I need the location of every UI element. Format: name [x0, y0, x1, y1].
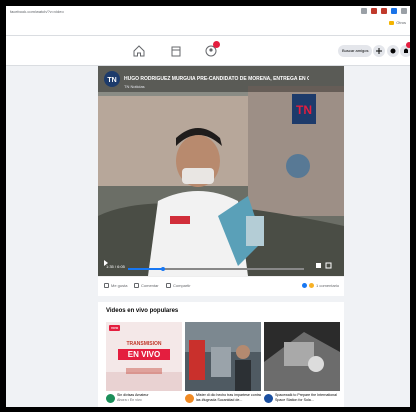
bookmark-folder[interactable]: Otros	[389, 20, 406, 25]
caption-meta: Ahora • En vivo	[117, 397, 142, 402]
live-video-thumbnail[interactable]	[185, 322, 261, 391]
comment-icon	[134, 283, 139, 288]
haha-reaction-icon	[309, 283, 314, 288]
video-caption[interactable]: Sin divisas Amateur Ahora • En vivo	[106, 393, 182, 407]
thumbnail-text: TRANSMISION	[126, 341, 162, 347]
messenger-button[interactable]	[387, 45, 399, 57]
menu-icon[interactable]	[401, 8, 407, 14]
thumbnail-text: EN VIVO	[118, 349, 170, 360]
like-reaction-icon	[302, 283, 307, 288]
video-caption[interactable]: Spacewalk to Prepare the International S…	[264, 393, 340, 407]
like-button[interactable]: Me gusta	[104, 283, 127, 288]
find-friends-button[interactable]: Buscar amigos	[338, 45, 373, 57]
channel-avatar	[106, 394, 115, 403]
messenger-icon	[390, 48, 396, 54]
screenshot-frame: facebook.com/watch/?v=video Otros Buscar…	[0, 0, 416, 412]
create-button[interactable]	[373, 45, 385, 57]
reaction-summary[interactable]: 1 comentario	[302, 283, 339, 288]
video-caption[interactable]: Mister di dio hecho tras impartese contr…	[185, 393, 261, 407]
thumbs-up-icon	[104, 283, 109, 288]
home-icon[interactable]	[132, 44, 146, 58]
page-name[interactable]: TN Noticias	[124, 84, 145, 89]
video-post: TN TN HUGO RODRÍGUEZ MURGUÍA PRE-CANDIDA…	[98, 66, 344, 296]
popular-live-videos: Videos en vivo populares VIVO TRANSMISIO…	[98, 302, 344, 407]
live-video-thumbnail[interactable]: VIVO TRANSMISION EN VIVO	[106, 322, 182, 391]
extension-icons	[361, 8, 407, 14]
post-actions: Me gusta Comentar Compartir 1 comentario	[98, 276, 344, 296]
comment-label: Comentar	[141, 283, 159, 288]
like-label: Me gusta	[111, 283, 128, 288]
address-bar[interactable]: facebook.com/watch/?v=video	[10, 9, 64, 14]
channel-avatar	[185, 394, 194, 403]
live-badge: VIVO	[109, 325, 121, 331]
thumbnail-image	[264, 322, 340, 391]
channel-avatar	[264, 394, 273, 403]
plus-icon	[376, 48, 382, 54]
svg-text:TN: TN	[296, 103, 312, 117]
svg-text:TN: TN	[107, 77, 116, 84]
section-title: Videos en vivo populares	[106, 308, 179, 314]
live-video-thumbnail[interactable]	[264, 322, 340, 391]
video-title[interactable]: HUGO RODRÍGUEZ MURGUÍA PRE-CANDIDATO DE …	[124, 76, 309, 82]
caption-title: Spacewalk to Prepare the International S…	[275, 393, 337, 402]
video-time: 1:35 / 6:05	[106, 264, 125, 269]
bookmark-label: Otros	[396, 20, 406, 25]
caption-title: Sin divisas Amateur	[117, 393, 149, 397]
facebook-navbar: Buscar amigos	[6, 36, 410, 66]
share-icon	[166, 283, 171, 288]
marketplace-icon[interactable]	[169, 44, 183, 58]
extension-icon[interactable]	[381, 8, 387, 14]
browser-screen: facebook.com/watch/?v=video Otros Buscar…	[6, 6, 410, 407]
video-player[interactable]: TN TN HUGO RODRÍGUEZ MURGUÍA PRE-CANDIDA…	[98, 66, 344, 276]
comment-button[interactable]: Comentar	[134, 283, 159, 288]
thumbnail-image	[185, 322, 261, 391]
star-icon[interactable]	[361, 8, 367, 14]
extension-icon[interactable]	[391, 8, 397, 14]
notification-badge	[213, 41, 220, 48]
caption-title: Mister di dio hecho tras impartese contr…	[196, 393, 261, 402]
browser-toolbar: facebook.com/watch/?v=video Otros	[6, 6, 410, 36]
comment-count: 1 comentario	[316, 283, 340, 288]
extension-icon[interactable]	[371, 8, 377, 14]
share-button[interactable]: Compartir	[166, 283, 191, 288]
share-label: Compartir	[173, 283, 191, 288]
folder-icon	[389, 20, 395, 25]
notification-badge	[406, 42, 410, 48]
video-frame: TN TN	[98, 66, 344, 276]
